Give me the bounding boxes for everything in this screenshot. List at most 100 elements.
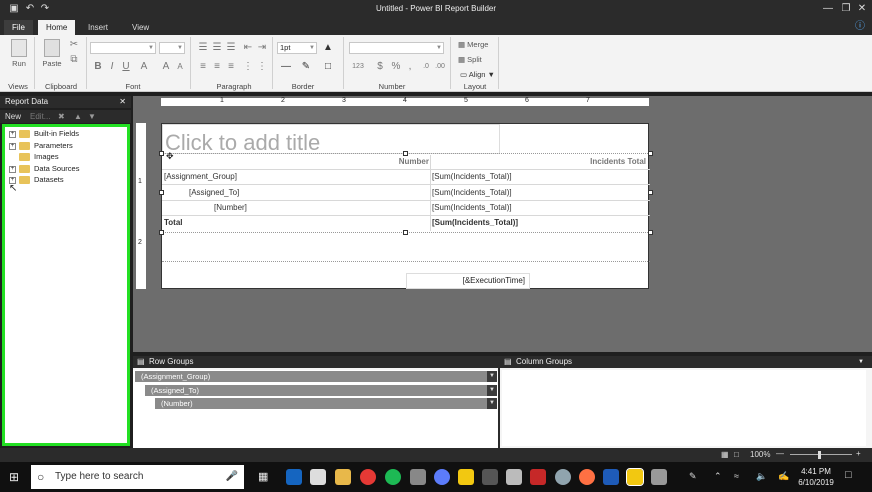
align-middle-icon[interactable]: ☰ bbox=[211, 42, 223, 54]
background-color-icon[interactable]: ▲ bbox=[322, 42, 334, 54]
app-icon[interactable] bbox=[555, 469, 571, 485]
align-button[interactable]: ▭ Align ▼ bbox=[460, 70, 495, 79]
bold-icon[interactable]: B bbox=[92, 61, 104, 73]
border-style-icon[interactable]: — bbox=[280, 61, 292, 73]
header-number[interactable]: Number bbox=[162, 155, 429, 169]
execution-time-textbox[interactable]: [&ExecutionTime] bbox=[406, 273, 530, 289]
report-builder-icon[interactable] bbox=[626, 468, 644, 486]
border-color-icon[interactable]: ✎ bbox=[300, 61, 312, 73]
app-icon[interactable] bbox=[651, 469, 667, 485]
row-group-number[interactable]: (Number) ▼ bbox=[155, 398, 497, 409]
expand-icon[interactable]: + bbox=[9, 142, 16, 150]
resize-handle[interactable] bbox=[648, 151, 653, 156]
percent-icon[interactable]: % bbox=[390, 61, 402, 73]
resize-handle[interactable] bbox=[159, 190, 164, 195]
tree-item-built-in-fields[interactable]: + Built-in Fields bbox=[9, 128, 79, 139]
move-down-icon[interactable]: ▼ bbox=[88, 110, 96, 123]
row-group-assignment-group[interactable]: (Assignment_Group) ▼ bbox=[135, 371, 497, 382]
taskbar-search[interactable]: ○ Type here to search 🎤 bbox=[31, 465, 244, 489]
volume-icon[interactable]: 🔈 bbox=[756, 471, 767, 482]
dropdown-icon[interactable]: ▼ bbox=[487, 385, 497, 396]
report-canvas[interactable]: Click to add title ✥ Number Incidents To… bbox=[159, 123, 653, 289]
clock[interactable]: 4:41 PM 6/10/2019 bbox=[798, 466, 834, 488]
bullets-icon[interactable]: ⋮ bbox=[242, 61, 254, 73]
cell-sum-incidents-3[interactable]: [Sum(Incidents_Total)] bbox=[432, 201, 512, 215]
pen-icon[interactable]: ✎ bbox=[689, 471, 697, 482]
zoom-slider[interactable] bbox=[790, 454, 852, 455]
page-view-icon[interactable]: □ bbox=[734, 450, 739, 459]
split-button[interactable]: ▦ Split bbox=[458, 55, 482, 64]
decrease-indent-icon[interactable]: ⇤ bbox=[242, 42, 254, 54]
comma-icon[interactable]: , bbox=[404, 61, 416, 73]
number-format-combo[interactable]: ▼ bbox=[349, 42, 444, 54]
chevron-down-icon[interactable]: ▼ bbox=[858, 356, 864, 368]
cell-total-value[interactable]: [Sum(Incidents_Total)] bbox=[432, 216, 518, 230]
font-size-combo[interactable]: ▼ bbox=[159, 42, 185, 54]
app-icon[interactable] bbox=[434, 469, 450, 485]
tab-view[interactable]: View bbox=[124, 20, 157, 35]
edit-button[interactable]: Edit... bbox=[30, 110, 50, 123]
microphone-icon[interactable]: 🎤 bbox=[226, 465, 238, 489]
app-icon[interactable] bbox=[530, 469, 546, 485]
tab-home[interactable]: Home bbox=[38, 20, 76, 35]
spotify-icon[interactable] bbox=[385, 469, 401, 485]
tree-item-parameters[interactable]: + Parameters bbox=[9, 140, 73, 151]
cell-total-label[interactable]: Total bbox=[164, 216, 183, 230]
mail-icon[interactable] bbox=[310, 469, 326, 485]
cell-sum-incidents-1[interactable]: [Sum(Incidents_Total)] bbox=[432, 170, 512, 184]
align-center-icon[interactable]: ≡ bbox=[211, 61, 223, 73]
merge-button[interactable]: ▦ Merge bbox=[458, 40, 488, 49]
tab-insert[interactable]: Insert bbox=[80, 20, 116, 35]
firefox-icon[interactable] bbox=[579, 469, 595, 485]
currency-icon[interactable]: $ bbox=[374, 61, 386, 73]
app-icon[interactable] bbox=[410, 469, 426, 485]
cell-assignment-group[interactable]: [Assignment_Group] bbox=[164, 170, 237, 184]
app-icon[interactable] bbox=[506, 469, 522, 485]
edge-icon[interactable] bbox=[286, 469, 302, 485]
move-up-icon[interactable]: ▲ bbox=[74, 110, 82, 123]
zoom-out-icon[interactable]: — bbox=[776, 449, 784, 458]
resize-handle[interactable] bbox=[648, 230, 653, 235]
pen-workspace-icon[interactable]: ✍ bbox=[778, 471, 789, 482]
shrink-font-icon[interactable]: A bbox=[174, 61, 186, 73]
numbering-icon[interactable]: ⋮ bbox=[256, 61, 268, 73]
help-icon[interactable]: ⓘ bbox=[852, 20, 868, 34]
align-right-icon[interactable]: ≡ bbox=[225, 61, 237, 73]
resize-handle[interactable] bbox=[403, 151, 408, 156]
power-bi-icon[interactable] bbox=[458, 469, 474, 485]
font-family-combo[interactable]: ▼ bbox=[90, 42, 156, 54]
resize-handle[interactable] bbox=[648, 190, 653, 195]
close-panel-icon[interactable]: ✕ bbox=[119, 96, 126, 108]
title-textbox[interactable]: Click to add title bbox=[162, 124, 500, 155]
cell-number[interactable]: [Number] bbox=[214, 201, 247, 215]
copy-icon[interactable]: ⧉ bbox=[68, 54, 80, 66]
delete-icon[interactable]: ✖ bbox=[58, 110, 65, 123]
minimize-button[interactable]: — bbox=[820, 2, 836, 16]
file-explorer-icon[interactable] bbox=[335, 469, 351, 485]
grow-font-icon[interactable]: A bbox=[160, 61, 172, 73]
resize-handle[interactable] bbox=[403, 230, 408, 235]
tree-item-data-sources[interactable]: + Data Sources bbox=[9, 163, 79, 174]
font-color-icon[interactable]: A bbox=[138, 61, 150, 73]
run-button[interactable]: Run bbox=[8, 39, 30, 68]
grid-view-icon[interactable]: ▦ bbox=[721, 450, 729, 459]
row-group-assigned-to[interactable]: (Assigned_To) ▼ bbox=[145, 385, 497, 396]
word-icon[interactable] bbox=[603, 469, 619, 485]
increase-indent-icon[interactable]: ⇥ bbox=[256, 42, 268, 54]
chevron-up-icon[interactable]: ⌃ bbox=[714, 471, 722, 482]
restore-button[interactable]: ❐ bbox=[838, 2, 854, 16]
underline-icon[interactable]: U bbox=[120, 61, 132, 73]
zoom-in-icon[interactable]: + bbox=[856, 449, 861, 458]
paste-button[interactable]: Paste bbox=[40, 39, 64, 68]
placeholder-format-icon[interactable]: 123 bbox=[352, 61, 364, 73]
cut-icon[interactable]: ✂ bbox=[68, 39, 80, 51]
expand-icon[interactable]: + bbox=[9, 165, 16, 173]
resize-handle[interactable] bbox=[159, 151, 164, 156]
border-width-combo[interactable]: 1pt ▼ bbox=[277, 42, 317, 54]
close-button[interactable]: ✕ bbox=[854, 2, 870, 16]
new-button[interactable]: New bbox=[5, 110, 21, 123]
zoom-slider-thumb[interactable] bbox=[818, 451, 821, 459]
decrease-decimal-icon[interactable]: .00 bbox=[434, 61, 446, 73]
increase-decimal-icon[interactable]: .0 bbox=[420, 61, 432, 73]
app-icon[interactable] bbox=[482, 469, 498, 485]
